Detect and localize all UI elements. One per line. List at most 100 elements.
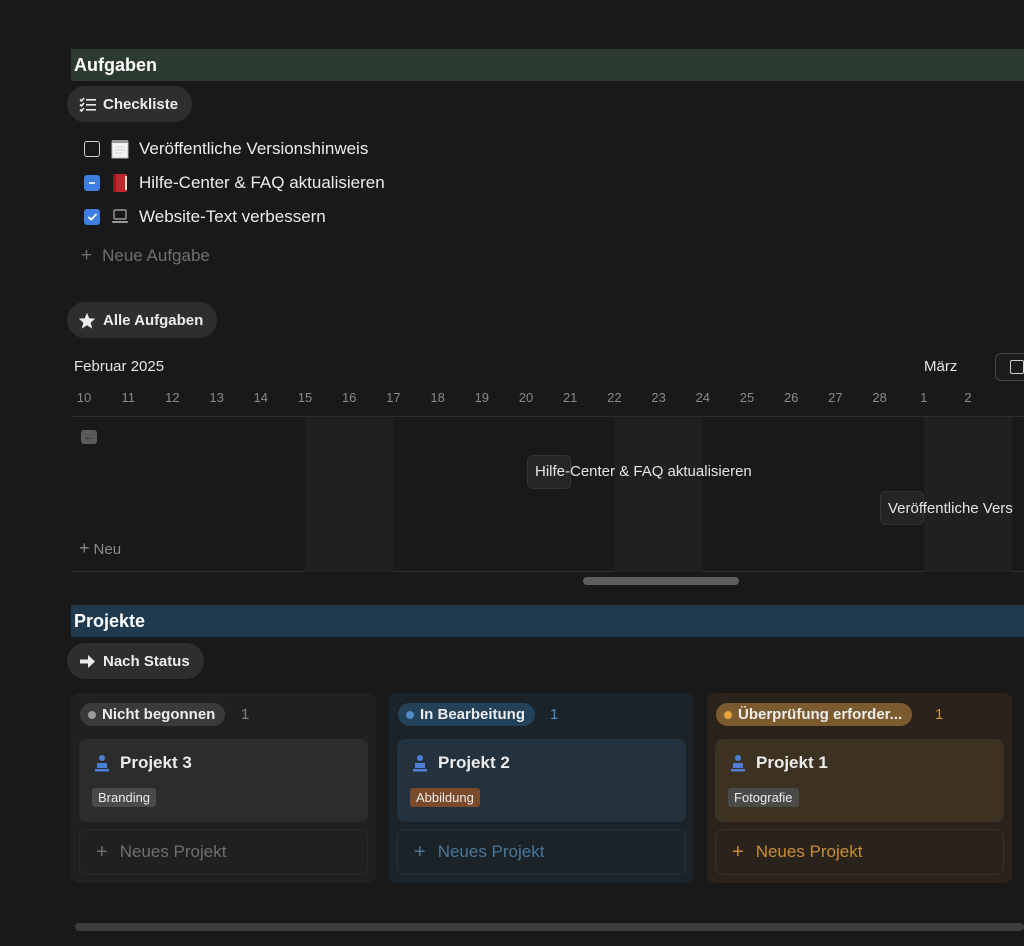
section-header-projekte: Projekte [71,605,1024,637]
todo-label: Veröffentliche Versionshinweis [139,139,369,158]
status-badge[interactable]: Überprüfung erforder... [716,703,913,726]
timeline-day-label: 1 [920,390,928,405]
view-label: Checkliste [103,95,179,113]
status-label: In Bearbeitung [420,706,526,723]
status-badge[interactable]: In Bearbeitung [398,703,536,726]
timeline-day-label: 19 [474,390,490,405]
timeline-month-label: Februar 2025 [74,358,165,375]
plus-icon: + [414,840,426,863]
card-title-text: Projekt 1 [756,753,828,772]
timeline-day-label: 14 [253,390,269,405]
card-title: Projekt 3 [94,753,192,773]
arrow-left-icon[interactable]: ← [81,430,97,444]
timeline-new-button[interactable]: + Neu [79,538,121,559]
new-project-label: Neues Projekt [119,842,227,861]
red-book-icon [110,173,130,193]
timeline-day-label: 10 [76,390,92,405]
page-scrollbar[interactable] [75,923,1024,931]
project-card[interactable]: Projekt 3 Branding [79,739,368,822]
project-card[interactable]: Projekt 2 Abbildung [397,739,686,822]
column-count: 1 [935,706,944,723]
view-alle-aufgaben-button[interactable]: Alle Aufgaben [67,302,218,338]
timeline-day-label: 24 [695,390,711,405]
timeline-new-label: Neu [93,541,122,558]
new-task-button[interactable]: + Neue Aufgabe [81,245,210,267]
new-project-button[interactable]: + Neues Projekt [397,829,686,875]
timeline-day-label: 11 [121,390,135,405]
timeline-day-label: 28 [872,390,887,405]
timeline-day-label: 18 [430,390,445,405]
card-title: Projekt 1 [730,753,828,773]
todo-label: Website-Text verbessern [139,207,326,226]
card-title-text: Projekt 2 [438,753,510,772]
view-label: Nach Status [103,652,190,670]
timeline-day-label: 15 [297,390,313,405]
checkbox-unchecked[interactable] [84,141,100,157]
weekend-band [305,417,393,572]
section-title: Aufgaben [74,54,157,75]
calendar-button[interactable] [995,353,1024,381]
status-dot-icon [88,710,96,719]
timeline-day-label: 26 [783,390,799,405]
section-title: Projekte [74,610,146,631]
timeline-day-label: 21 [562,390,578,405]
new-project-button[interactable]: + Neues Projekt [715,829,1004,875]
card-tag: Branding [92,788,157,807]
timeline-item-label[interactable]: Veröffentliche Vers [888,500,1024,517]
board-column: In Bearbeitung 1 Projekt 2 Abbildung + N… [389,693,694,883]
timeline-item-label[interactable]: Hilfe-Center & FAQ aktualisieren [535,463,752,480]
project-card[interactable]: Projekt 1 Fotografie [715,739,1004,822]
card-tag: Fotografie [728,788,799,807]
view-nach-status-button[interactable]: Nach Status [67,643,204,679]
column-count: 1 [241,706,250,723]
laptop-icon [110,207,130,227]
card-title-text: Projekt 3 [120,753,192,772]
new-project-label: Neues Projekt [437,842,545,861]
status-dot-icon [724,710,732,719]
timeline-day-label: 23 [651,390,666,405]
todo-item[interactable]: Veröffentliche Versionshinweis [84,139,368,159]
column-count: 1 [550,706,559,723]
checkbox-partial[interactable] [84,175,100,191]
status-label: Überprüfung erforder... [738,706,903,723]
person-icon [413,755,427,772]
new-project-button[interactable]: + Neues Projekt [79,829,368,875]
view-checkliste-button[interactable]: Checkliste [67,86,193,122]
checkbox-checked[interactable] [84,209,100,225]
plus-icon: + [732,840,744,863]
new-task-label: Neue Aufgabe [102,246,210,265]
status-label: Nicht begonnen [102,706,216,723]
person-icon [731,755,745,772]
todo-item[interactable]: Hilfe-Center & FAQ aktualisieren [84,173,385,193]
view-label: Alle Aufgaben [103,311,204,329]
timeline-day-label: 2 [964,390,972,405]
calendar-icon [1010,360,1024,374]
timeline-day-label: 25 [739,390,755,405]
notepad-icon [110,139,130,159]
card-title: Projekt 2 [412,753,510,773]
person-icon [95,755,109,772]
card-tag: Abbildung [410,788,480,807]
timeline-day-label: 27 [828,390,843,405]
section-header-aufgaben: Aufgaben [71,49,1024,81]
weekend-band [614,417,702,572]
status-dot-icon [406,710,414,719]
timeline-month-label: März [924,358,958,375]
timeline-scrollbar[interactable] [583,577,739,585]
todo-label: Hilfe-Center & FAQ aktualisieren [139,173,385,192]
status-badge[interactable]: Nicht begonnen [80,703,226,726]
new-project-label: Neues Projekt [755,842,863,861]
weekend-band [924,417,1012,572]
board-column: Nicht begonnen 1 Projekt 3 Branding + Ne… [71,693,376,883]
plus-icon: + [79,538,90,558]
timeline-day-label: 17 [386,390,401,405]
timeline-day-label: 13 [209,390,224,405]
todo-item[interactable]: Website-Text verbessern [84,207,326,227]
arrow-right-icon [78,652,96,670]
timeline-day-label: 16 [341,390,357,405]
timeline-day-label: 22 [607,390,622,405]
plus-icon: + [81,245,93,266]
timeline-day-label: 20 [518,390,534,405]
star-icon [78,311,96,329]
plus-icon: + [96,840,108,863]
